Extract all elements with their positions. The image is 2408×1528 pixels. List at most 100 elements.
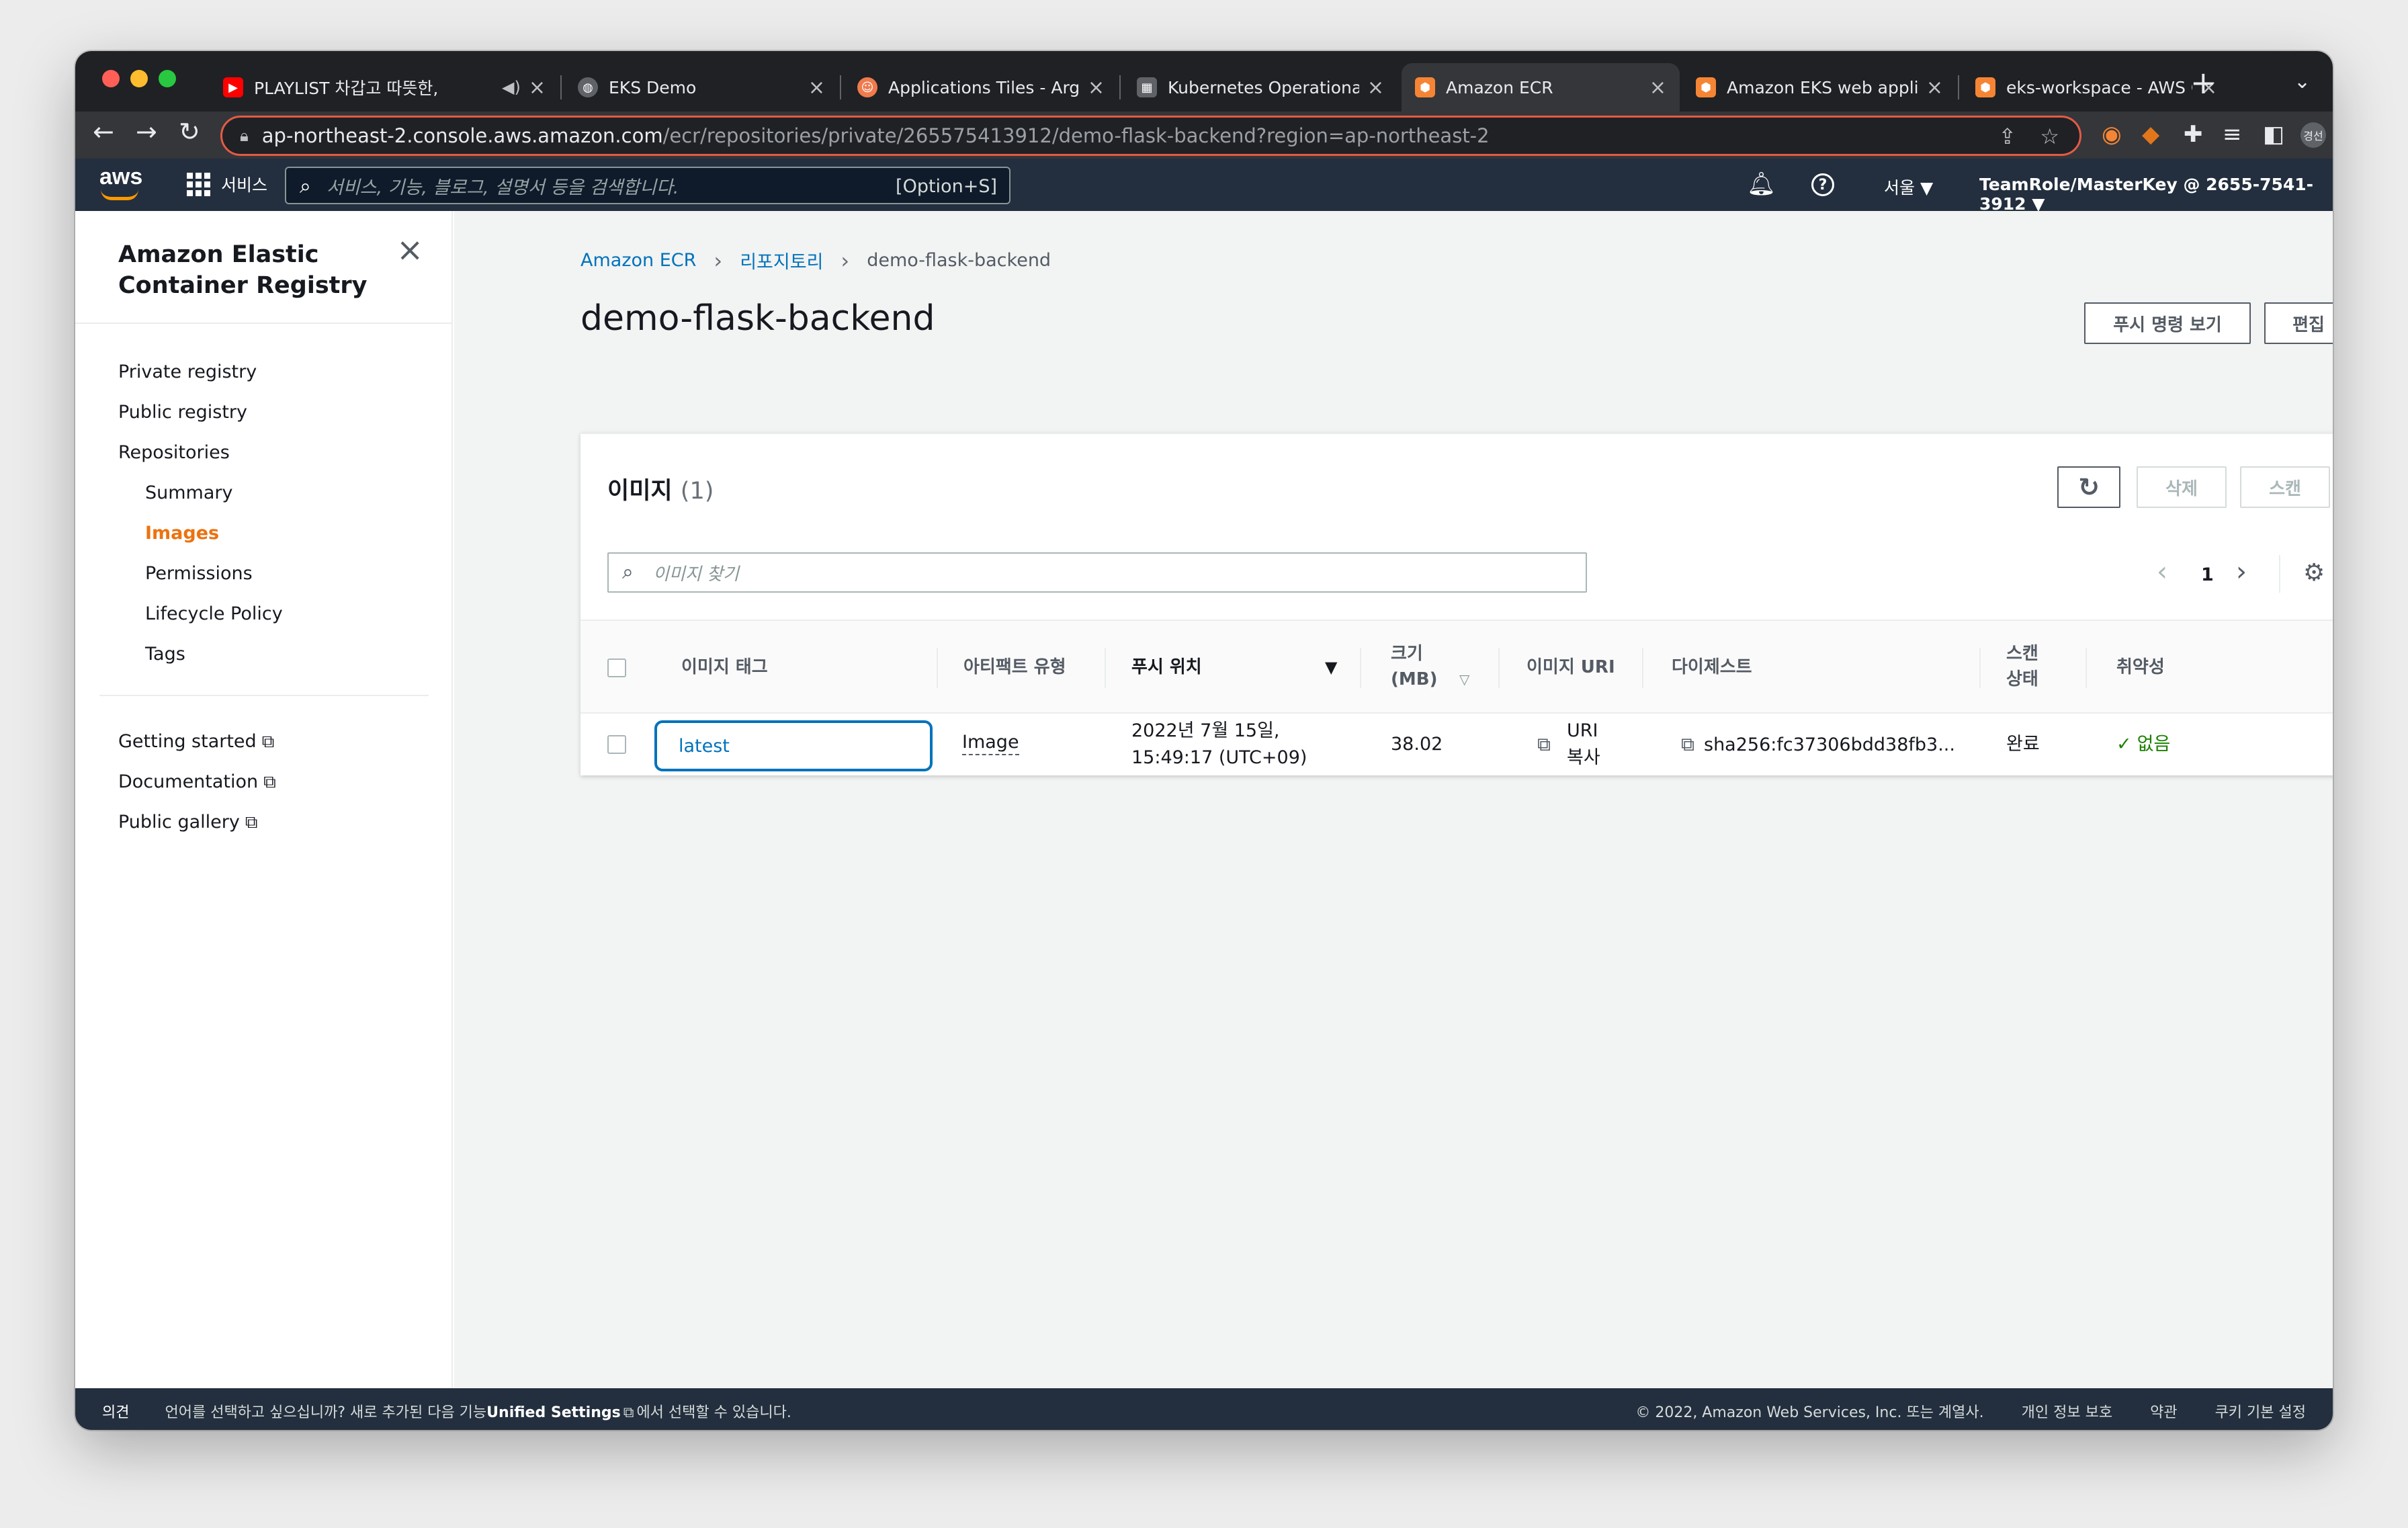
unified-settings-link[interactable]: Unified Settings xyxy=(486,1404,621,1421)
copy-uri-button[interactable]: URI 복사 xyxy=(1567,718,1600,771)
copy-icon[interactable]: ⧉ xyxy=(1537,731,1560,759)
media-control-icon[interactable]: ≡ xyxy=(2223,121,2242,148)
privacy-link[interactable]: 개인 정보 보호 xyxy=(2022,1400,2112,1422)
column-artifact-type[interactable]: 아티팩트 유형 xyxy=(963,654,1066,680)
copyright: © 2022, Amazon Web Services, Inc. 또는 계열사… xyxy=(1635,1404,1984,1421)
close-tab-icon[interactable]: × xyxy=(1926,76,1943,99)
console-search-input[interactable]: ⌕ 서비스, 기능, 블로그, 설명서 등을 검색합니다. [Option+S] xyxy=(285,167,1010,204)
sidebar-item-repositories[interactable]: Repositories xyxy=(118,442,230,463)
profile-avatar[interactable]: 경선 xyxy=(2300,122,2326,148)
refresh-button[interactable]: ↻ xyxy=(2057,466,2120,508)
panel-title: 이미지 (1) xyxy=(607,478,714,505)
scan-button[interactable]: 스캔 xyxy=(2240,466,2330,508)
feedback-link[interactable]: 의견 xyxy=(102,1404,129,1421)
sidebar-item-tags[interactable]: Tags xyxy=(145,644,185,665)
delete-button[interactable]: 삭제 xyxy=(2137,466,2227,508)
search-placeholder: 이미지 찾기 xyxy=(653,564,739,585)
sidebar-item-private-registry[interactable]: Private registry xyxy=(118,362,257,382)
column-image-tag[interactable]: 이미지 태그 xyxy=(681,654,768,680)
current-page-number[interactable]: 1 xyxy=(2201,564,2214,585)
image-search-input[interactable]: ⌕ 이미지 찾기 xyxy=(607,552,1587,593)
tab-title: PLAYLIST 차갑고 따뜻한, xyxy=(254,79,439,98)
tab-argo[interactable]: ☺ Applications Tiles - Argo × xyxy=(844,63,1118,112)
column-scan-status[interactable]: 스캔 상태 xyxy=(2006,641,2038,692)
next-page-icon[interactable]: › xyxy=(2236,556,2247,587)
table-header: 이미지 태그 아티팩트 유형 푸시 위치 ▼ 크기 (MB) ▽ 이미지 URI … xyxy=(580,620,2333,714)
sidebar-item-images[interactable]: Images xyxy=(145,523,219,544)
tab-kubernetes[interactable]: ▦ Kubernetes Operational V × xyxy=(1123,63,1398,112)
speaker-icon[interactable]: ◀︎) xyxy=(502,78,521,97)
row-checkbox[interactable] xyxy=(607,735,626,754)
bookmark-star-icon[interactable]: ☆ xyxy=(2040,124,2059,149)
metamask-icon[interactable]: ◆ xyxy=(2142,121,2159,148)
side-panel-icon[interactable]: ◧ xyxy=(2263,121,2284,148)
gear-icon[interactable]: ⚙ xyxy=(2303,559,2325,587)
sidebar-link-documentation[interactable]: Documentation ⧉ xyxy=(118,771,276,793)
close-tab-icon[interactable]: × xyxy=(1649,76,1666,99)
tab-title: Kubernetes Operational V xyxy=(1168,77,1359,97)
search-placeholder: 서비스, 기능, 블로그, 설명서 등을 검색합니다. xyxy=(327,177,679,198)
region-selector[interactable]: 서울 ▼ xyxy=(1884,175,1933,199)
aws-logo[interactable]: aws xyxy=(99,164,142,200)
globe-icon: ◍ xyxy=(578,77,598,97)
tab-youtube[interactable]: ▶ PLAYLIST 차갑고 따뜻한, ◀︎) × xyxy=(210,63,559,112)
column-digest[interactable]: 다이제스트 xyxy=(1672,654,1752,680)
search-shortcut: [Option+S] xyxy=(896,176,997,197)
chevron-right-icon: › xyxy=(841,247,850,273)
sidebar-item-summary[interactable]: Summary xyxy=(145,482,232,503)
extension-icon[interactable]: ◉ xyxy=(2102,121,2122,148)
address-bar[interactable]: 🔒︎ ap-northeast-2.console.aws.amazon.com… xyxy=(220,116,2081,156)
tab-amazon-ecr[interactable]: ⬢ Amazon ECR × xyxy=(1402,63,1680,112)
tab-search-chevron-icon[interactable]: ⌄ xyxy=(2294,70,2311,93)
close-tab-icon[interactable]: × xyxy=(808,76,825,99)
sidebar-item-permissions[interactable]: Permissions xyxy=(145,563,253,584)
column-vulnerability[interactable]: 취약성 xyxy=(2116,654,2165,680)
external-link-icon: ⧉ xyxy=(623,1404,634,1421)
bell-icon[interactable]: 🔔︎ xyxy=(1747,171,1776,198)
tab-eks-web-app[interactable]: ⬢ Amazon EKS web applica × xyxy=(1682,63,1956,112)
forward-icon[interactable]: → xyxy=(136,117,157,146)
sidebar-item-lifecycle-policy[interactable]: Lifecycle Policy xyxy=(145,603,283,624)
column-image-uri[interactable]: 이미지 URI xyxy=(1526,654,1615,680)
prev-page-icon[interactable]: ‹ xyxy=(2157,556,2167,587)
view-push-commands-button[interactable]: 푸시 명령 보기 xyxy=(2084,302,2251,344)
breadcrumb-ecr[interactable]: Amazon ECR xyxy=(580,250,696,271)
digest-value[interactable]: ⧉ sha256:fc37306bdd38fb3... xyxy=(1681,731,1955,759)
close-window-button[interactable] xyxy=(102,70,120,87)
sidebar-link-getting-started[interactable]: Getting started ⧉ xyxy=(118,731,274,753)
sort-icon[interactable]: ▽ xyxy=(1459,667,1469,692)
select-all-checkbox[interactable] xyxy=(607,659,626,677)
sidebar-item-public-registry[interactable]: Public registry xyxy=(118,402,247,423)
refresh-icon: ↻ xyxy=(2078,472,2100,502)
sidebar-link-public-gallery[interactable]: Public gallery ⧉ xyxy=(118,812,257,833)
services-menu-button[interactable]: 서비스 xyxy=(187,172,267,196)
artifact-type-value[interactable]: Image xyxy=(962,731,1019,755)
new-tab-icon[interactable]: + xyxy=(2190,65,2217,101)
close-tab-icon[interactable]: × xyxy=(529,76,546,99)
share-icon[interactable]: ⇪ xyxy=(1998,124,2016,149)
image-tag-link[interactable]: latest xyxy=(654,720,933,771)
cookie-preferences-link[interactable]: 쿠키 기본 설정 xyxy=(2215,1400,2306,1422)
minimize-window-button[interactable] xyxy=(130,70,148,87)
copy-icon[interactable]: ⧉ xyxy=(1681,733,1694,755)
reload-icon[interactable]: ↻ xyxy=(179,117,200,146)
close-tab-icon[interactable]: × xyxy=(1088,76,1105,99)
account-menu[interactable]: TeamRole/MasterKey @ 2655-7541-3912 ▼ xyxy=(1979,175,2333,214)
tab-title: Applications Tiles - Argo xyxy=(888,77,1080,97)
close-icon[interactable]: × xyxy=(396,231,423,269)
column-pushed-at[interactable]: 푸시 위치 xyxy=(1131,654,1202,680)
column-size[interactable]: 크기 (MB) xyxy=(1391,641,1437,692)
extensions-puzzle-icon[interactable]: ✚ xyxy=(2184,121,2203,148)
side-navigation: Amazon Elastic Container Registry × Priv… xyxy=(75,211,453,1388)
terms-link[interactable]: 약관 xyxy=(2150,1400,2177,1422)
tab-eks-demo[interactable]: ◍ EKS Demo × xyxy=(564,63,838,112)
edit-button[interactable]: 편집 xyxy=(2264,302,2333,344)
breadcrumb-repositories[interactable]: 리포지토리 xyxy=(740,247,823,273)
sort-descending-icon[interactable]: ▼ xyxy=(1325,654,1337,680)
vulnerability-value[interactable]: ✓ 없음 xyxy=(2116,731,2170,758)
close-tab-icon[interactable]: × xyxy=(1367,76,1384,99)
zoom-window-button[interactable] xyxy=(159,70,176,87)
back-icon[interactable]: ← xyxy=(93,117,114,146)
help-icon[interactable]: ? xyxy=(1811,173,1834,196)
images-panel: 이미지 (1) ↻ 삭제 스캔 ⌕ 이미지 찾기 ‹ 1 › ⚙ 이미지 태그 … xyxy=(580,433,2333,775)
